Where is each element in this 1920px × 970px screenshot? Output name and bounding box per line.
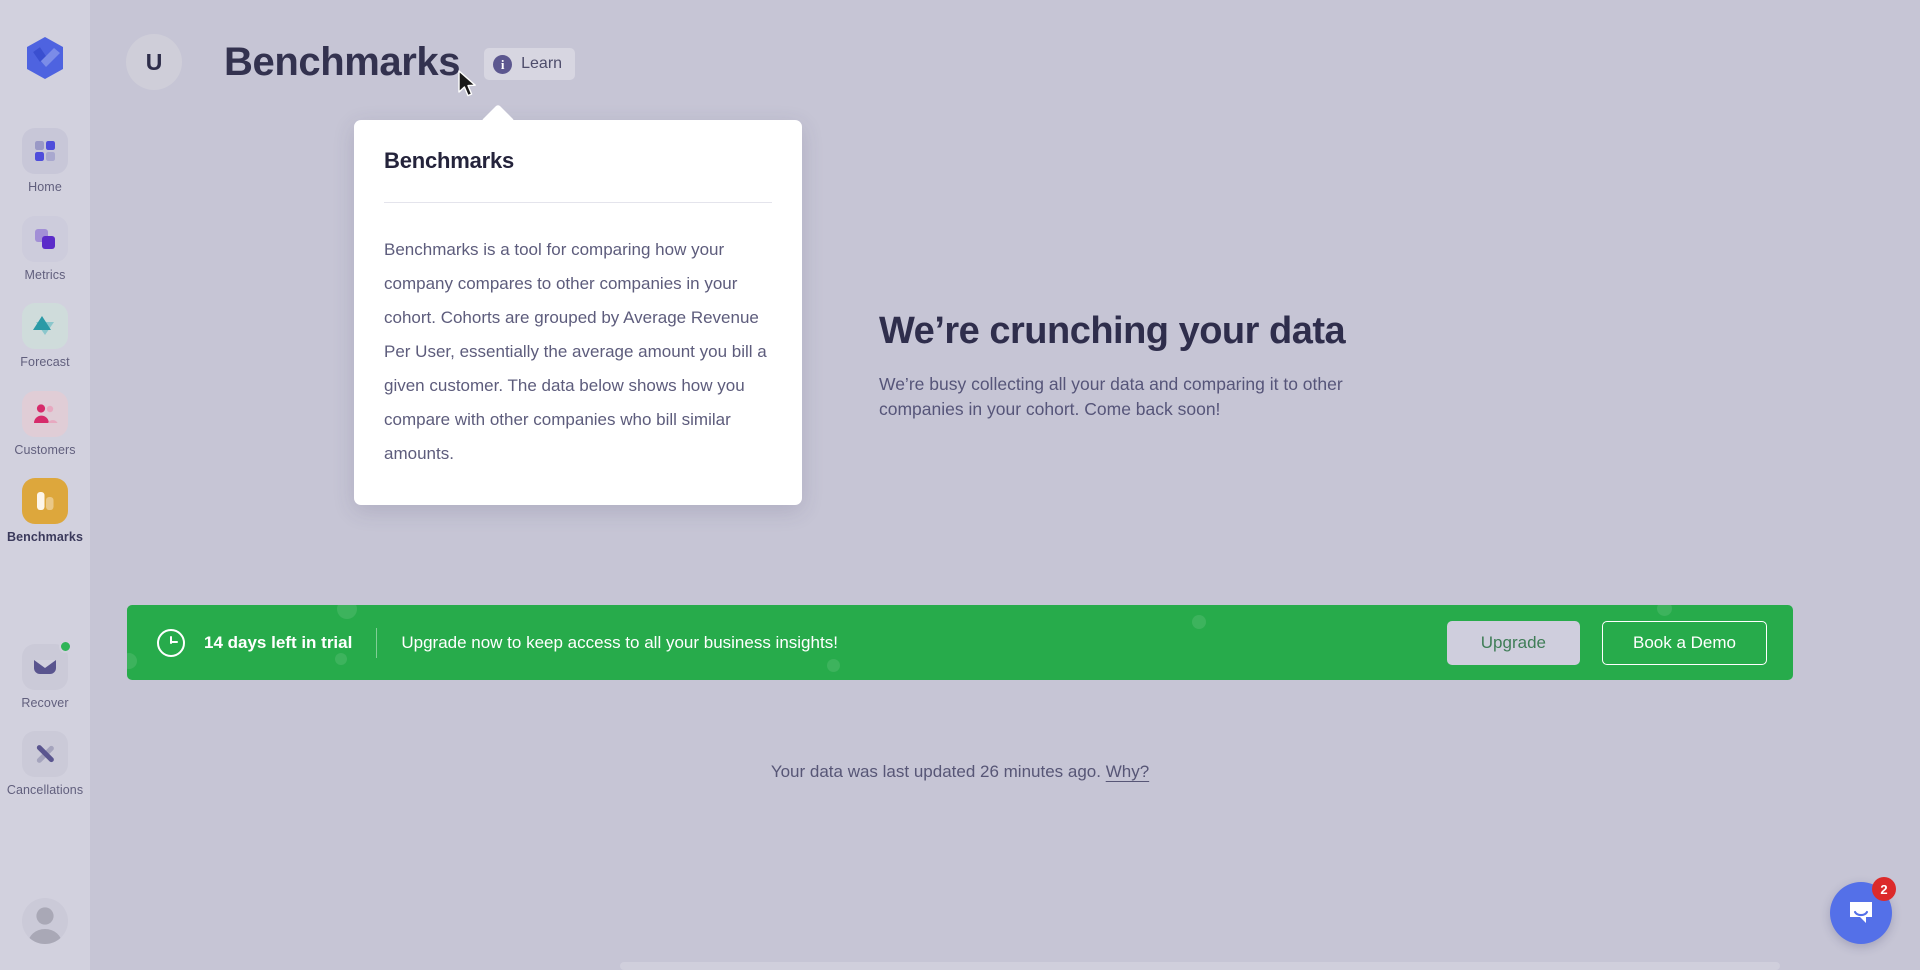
- page-title: Benchmarks: [224, 40, 461, 84]
- baremetrics-logo[interactable]: [21, 34, 69, 82]
- banner-decor-bubble: [1192, 615, 1206, 629]
- popover-body: Benchmarks is a tool for comparing how y…: [384, 240, 767, 463]
- sidebar-item-home[interactable]: Home: [0, 128, 90, 194]
- trial-message: Upgrade now to keep access to all your b…: [401, 632, 838, 652]
- notification-dot: [59, 639, 72, 653]
- clock-icon: [157, 628, 185, 657]
- sidebar-item-customers[interactable]: Customers: [0, 390, 90, 457]
- banner-decor-bubble: [827, 659, 840, 672]
- sidebar-item-label: Metrics: [24, 267, 66, 282]
- popover-divider: [384, 202, 772, 203]
- x-cross-icon: [22, 731, 68, 777]
- learn-button[interactable]: i Learn: [484, 48, 576, 80]
- sidebar-item-label: Cancellations: [6, 783, 84, 797]
- banner-decor-bubble: [127, 653, 137, 669]
- banner-decor-bubble: [335, 653, 347, 665]
- upgrade-button[interactable]: Upgrade: [1446, 620, 1580, 665]
- banner-decor-bubble: [1657, 605, 1672, 616]
- user-avatar[interactable]: [22, 898, 68, 944]
- sidebar: Home Metrics Forecast Customers Benchmar…: [0, 0, 90, 970]
- learn-button-label: Learn: [521, 55, 563, 72]
- chat-unread-badge: 2: [1872, 877, 1896, 901]
- bar-chart-icon: [22, 478, 68, 524]
- empty-state-subtitle: We’re busy collecting all your data and …: [879, 373, 1343, 419]
- sidebar-item-recover[interactable]: Recover: [0, 639, 90, 710]
- sidebar-item-forecast[interactable]: Forecast: [0, 303, 90, 369]
- people-icon: [22, 390, 68, 437]
- sidebar-item-cancellations[interactable]: Cancellations: [0, 731, 90, 797]
- data-updated-text: Your data was last updated 26 minutes ag…: [770, 762, 1101, 781]
- popover-title: Benchmarks: [384, 148, 515, 173]
- book-demo-button[interactable]: Book a Demo: [1602, 620, 1767, 665]
- sidebar-item-metrics[interactable]: Metrics: [0, 215, 90, 282]
- envelope-icon: [22, 639, 72, 690]
- chat-launcher-button[interactable]: 2: [1830, 877, 1896, 944]
- sidebar-nav: Home Metrics Forecast Customers Benchmar…: [0, 128, 90, 819]
- page-header: U Benchmarks i Learn: [126, 34, 576, 90]
- triangles-icon: [22, 303, 68, 349]
- popover-arrow: [481, 104, 515, 138]
- empty-state-title: We’re crunching your data: [879, 310, 1346, 352]
- why-link[interactable]: Why?: [1106, 762, 1149, 781]
- sidebar-item-label: Benchmarks: [6, 530, 84, 544]
- chat-bubble-icon: [1850, 902, 1872, 923]
- learn-popover: Benchmarks Benchmarks is a tool for comp…: [354, 104, 802, 505]
- sidebar-item-label: Forecast: [20, 355, 70, 369]
- data-updated-line: Your data was last updated 26 minutes ag…: [0, 762, 1920, 782]
- empty-state: We’re crunching your data We’re busy col…: [879, 310, 1499, 422]
- trial-banner: 14 days left in trial Upgrade now to kee…: [127, 605, 1793, 680]
- banner-divider: [376, 627, 378, 658]
- layers-icon: [22, 215, 68, 262]
- sidebar-item-label: Home: [28, 180, 62, 194]
- page-scrollbar[interactable]: [620, 962, 1780, 970]
- app-root: Home Metrics Forecast Customers Benchmar…: [0, 0, 1920, 970]
- banner-actions: Upgrade Book a Demo: [1446, 620, 1767, 665]
- trial-days-left: 14 days left in trial: [204, 632, 353, 652]
- sidebar-item-benchmarks[interactable]: Benchmarks: [0, 478, 90, 544]
- banner-decor-bubble: [337, 605, 357, 619]
- info-icon: i: [493, 54, 513, 74]
- org-avatar[interactable]: U: [126, 34, 182, 90]
- grid-squares-icon: [22, 128, 68, 174]
- sidebar-item-label: Recover: [21, 695, 69, 710]
- sidebar-item-label: Customers: [14, 442, 76, 457]
